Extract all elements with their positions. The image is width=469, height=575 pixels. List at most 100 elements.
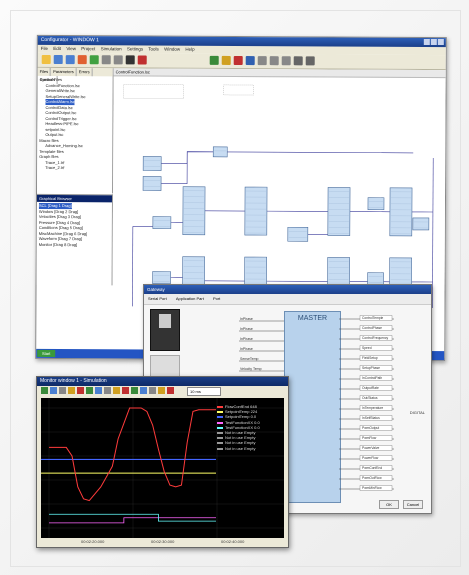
output-terminal[interactable]: [359, 355, 393, 361]
menu-tools[interactable]: Tools: [148, 47, 159, 52]
serial-port-button[interactable]: Serial Port: [148, 296, 167, 301]
function-block[interactable]: [244, 186, 268, 236]
toolbar-tool-icon[interactable]: [221, 55, 231, 65]
output-terminal[interactable]: [359, 415, 393, 421]
close-button[interactable]: [437, 39, 444, 46]
monitor-tool-icon[interactable]: [50, 387, 57, 394]
output-terminal[interactable]: [359, 485, 393, 491]
menu-settings[interactable]: Settings: [127, 46, 143, 51]
output-terminal[interactable]: [359, 475, 393, 481]
output-terminal[interactable]: [359, 325, 393, 331]
zoom-select[interactable]: 10 ms: [187, 387, 221, 396]
maximize-button[interactable]: [430, 38, 437, 46]
toolbar-tool-icon[interactable]: [77, 55, 87, 65]
toolbar-tool-icon[interactable]: [305, 56, 315, 66]
cancel-button[interactable]: Cancel: [403, 500, 423, 509]
output-terminal[interactable]: [359, 445, 393, 451]
monitor-tool-icon[interactable]: [41, 387, 48, 394]
toolbar-tool-icon[interactable]: [89, 55, 99, 65]
menu-simulation[interactable]: Simulation: [101, 46, 122, 51]
toolbar-tool-icon[interactable]: [245, 56, 255, 66]
tab-files[interactable]: Files: [37, 67, 52, 77]
start-button[interactable]: Start: [37, 349, 56, 358]
toolbar-tool-icon[interactable]: [125, 55, 135, 65]
toolbar-tool-icon[interactable]: [293, 56, 303, 66]
monitor-tool-icon[interactable]: [86, 387, 93, 394]
legend-swatch: [217, 416, 223, 419]
function-block[interactable]: [152, 216, 172, 229]
tab-errors[interactable]: Errors: [76, 68, 93, 77]
toolbar-tool-icon[interactable]: [281, 56, 291, 66]
output-terminal[interactable]: [359, 385, 393, 391]
port-button[interactable]: Port: [213, 296, 220, 301]
function-block[interactable]: [389, 187, 413, 237]
toolbar-tool-icon[interactable]: [137, 55, 147, 65]
function-block[interactable]: [142, 176, 162, 191]
output-terminal[interactable]: [359, 345, 393, 351]
menu-view[interactable]: View: [66, 46, 76, 51]
ok-button[interactable]: OK: [379, 500, 399, 509]
input-label: InPhase: [240, 347, 253, 351]
toolbar-tool-icon[interactable]: [113, 55, 123, 65]
output-terminal[interactable]: [359, 375, 393, 381]
function-block[interactable]: [367, 272, 384, 286]
menu-project[interactable]: Project: [81, 46, 95, 51]
output-terminal[interactable]: [359, 315, 393, 321]
output-terminal[interactable]: [359, 435, 393, 441]
output-terminal[interactable]: [359, 365, 393, 371]
monitor-tool-icon[interactable]: [104, 387, 111, 394]
monitor-tool-icon[interactable]: [158, 387, 165, 394]
monitor-tool-icon[interactable]: [149, 387, 156, 394]
toolbar-tool-icon[interactable]: [269, 56, 279, 66]
toolbar-tool-icon[interactable]: [233, 55, 243, 66]
monitor-tool-icon[interactable]: [131, 387, 138, 394]
menu-help[interactable]: Help: [185, 47, 194, 52]
monitor-tool-icon[interactable]: [122, 387, 129, 394]
output-terminal[interactable]: [359, 405, 393, 411]
menu-window[interactable]: Window: [164, 47, 180, 52]
function-block[interactable]: [142, 156, 162, 171]
tree-item[interactable]: Trace_2.trf: [39, 165, 110, 171]
x-tick-label: 00:02:20.000: [81, 539, 105, 544]
minimize-button[interactable]: [423, 38, 430, 45]
output-terminal[interactable]: [359, 425, 393, 431]
function-block[interactable]: [287, 226, 309, 242]
output-label: PwmFlow: [362, 436, 377, 440]
menu-file[interactable]: File: [41, 46, 48, 51]
function-block[interactable]: [367, 197, 385, 211]
monitor-tool-icon[interactable]: [140, 387, 147, 394]
toolbar-tool-icon[interactable]: [101, 55, 111, 65]
toolbar-tool-icon[interactable]: [65, 55, 75, 65]
project-tabs: Files Parameters ErrorsSymbols: [37, 67, 113, 85]
function-block[interactable]: [182, 186, 206, 236]
toolbar-tool-icon[interactable]: [53, 55, 63, 65]
x-tick-label: 00:02:40.000: [221, 539, 245, 544]
comment-box[interactable]: [223, 84, 254, 96]
toolbar-tool-icon[interactable]: [257, 56, 267, 66]
function-block[interactable]: [152, 271, 171, 284]
x-tick-label: 00:02:30.000: [151, 539, 175, 544]
navigator-item[interactable]: Monitor [Drag 8 Drag]: [39, 241, 110, 247]
master-block[interactable]: MASTER: [284, 311, 341, 503]
tab-parameters[interactable]: Parameters: [51, 68, 77, 77]
output-terminal[interactable]: [359, 465, 393, 471]
function-block[interactable]: [327, 187, 351, 236]
monitor-tool-icon[interactable]: [59, 387, 66, 394]
output-label: InTemperature: [362, 406, 383, 410]
toolbar-tool-icon[interactable]: [41, 54, 51, 65]
monitor-tool-icon[interactable]: [68, 387, 75, 394]
monitor-tool-icon[interactable]: [113, 387, 120, 394]
comment-box[interactable]: [123, 84, 184, 99]
function-block[interactable]: [412, 217, 430, 231]
output-terminal[interactable]: [359, 395, 393, 401]
function-block[interactable]: [212, 146, 228, 158]
monitor-tool-icon[interactable]: [95, 387, 102, 394]
output-terminal[interactable]: [359, 335, 393, 341]
red-series-line: [49, 407, 216, 502]
toolbar-tool-icon[interactable]: [209, 55, 219, 65]
application-part-button[interactable]: Application Part: [176, 296, 204, 301]
monitor-tool-icon[interactable]: [77, 387, 84, 394]
menu-edit[interactable]: Edit: [53, 46, 61, 51]
output-terminal[interactable]: [359, 455, 393, 461]
monitor-tool-icon[interactable]: [167, 387, 174, 394]
